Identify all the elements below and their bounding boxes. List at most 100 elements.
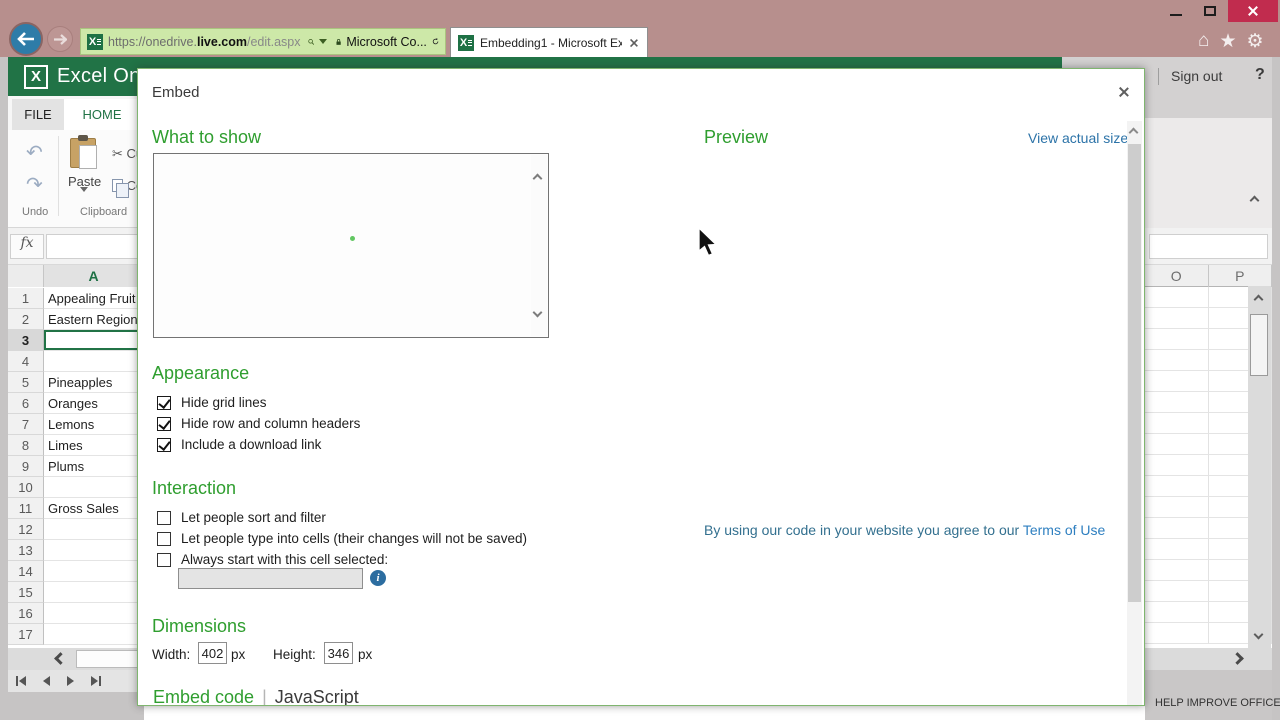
- undo-icon[interactable]: ↶: [26, 140, 43, 165]
- maximize-button[interactable]: [1196, 0, 1224, 22]
- horizontal-scrollbar-right[interactable]: [1145, 648, 1272, 670]
- search-icon[interactable]: [307, 35, 315, 49]
- fx-button[interactable]: fx: [10, 234, 44, 259]
- cell[interactable]: [1145, 581, 1209, 602]
- scroll-down-icon[interactable]: [1253, 629, 1264, 640]
- checkbox-row[interactable]: Hide row and column headers: [157, 416, 360, 431]
- cell[interactable]: [1145, 623, 1209, 644]
- cell[interactable]: [44, 330, 144, 351]
- start-cell-input[interactable]: [178, 568, 363, 589]
- row-header[interactable]: 4: [8, 351, 44, 372]
- cell[interactable]: [1145, 455, 1209, 476]
- checkbox-icon[interactable]: [157, 510, 171, 525]
- what-to-show-listbox[interactable]: [153, 153, 549, 338]
- row-header[interactable]: 13: [8, 540, 44, 561]
- cell[interactable]: [44, 582, 144, 603]
- cell[interactable]: [1145, 602, 1209, 623]
- settings-gear-icon[interactable]: ⚙: [1247, 30, 1264, 53]
- refresh-icon[interactable]: [432, 34, 439, 49]
- listbox-scroll-down-icon[interactable]: [532, 307, 543, 318]
- address-bar[interactable]: X https://onedrive.live.com/edit.aspx Mi…: [80, 28, 446, 55]
- row-header[interactable]: 7: [8, 414, 44, 435]
- row-header[interactable]: 8: [8, 435, 44, 456]
- row-header[interactable]: 2: [8, 309, 44, 330]
- vertical-scroll-thumb[interactable]: [1250, 314, 1268, 376]
- cell[interactable]: Eastern Region: [44, 309, 144, 330]
- cell[interactable]: Appealing Fruit: [44, 288, 144, 309]
- cell[interactable]: [1145, 329, 1209, 350]
- cell[interactable]: [1145, 308, 1209, 329]
- checkbox-checked-icon[interactable]: [157, 437, 171, 452]
- horizontal-scroll-track[interactable]: [76, 650, 144, 668]
- cell[interactable]: [44, 561, 144, 582]
- horizontal-scrollbar-left[interactable]: [8, 648, 144, 670]
- select-all-corner[interactable]: [8, 265, 44, 287]
- tab-file[interactable]: FILE: [12, 99, 64, 130]
- minimize-button[interactable]: [1162, 0, 1190, 22]
- row-header[interactable]: 14: [8, 561, 44, 582]
- dialog-close-button[interactable]: [1113, 81, 1135, 103]
- window-close-button[interactable]: [1228, 0, 1278, 22]
- cell[interactable]: [44, 351, 144, 372]
- cell[interactable]: [1145, 392, 1209, 413]
- height-input[interactable]: 346: [324, 642, 353, 664]
- listbox-scrollbar[interactable]: [531, 155, 547, 336]
- cell[interactable]: Limes: [44, 435, 144, 456]
- view-actual-size-link[interactable]: View actual size: [1028, 130, 1128, 146]
- checkbox-row[interactable]: Let people sort and filter: [157, 510, 326, 525]
- row-header[interactable]: 1: [8, 288, 44, 309]
- cell[interactable]: [44, 477, 144, 498]
- row-header[interactable]: 17: [8, 624, 44, 645]
- row-header[interactable]: 16: [8, 603, 44, 624]
- row-header[interactable]: 9: [8, 456, 44, 477]
- sign-out-link[interactable]: Sign out: [1171, 68, 1222, 84]
- checkbox-checked-icon[interactable]: [157, 416, 171, 431]
- cell[interactable]: [1145, 539, 1209, 560]
- cell[interactable]: [1145, 413, 1209, 434]
- scroll-right-icon[interactable]: [1231, 652, 1244, 665]
- terms-of-use-link[interactable]: Terms of Use: [1023, 522, 1105, 538]
- vertical-scrollbar[interactable]: [1248, 286, 1271, 648]
- tab-close-icon[interactable]: [629, 38, 639, 48]
- redo-icon[interactable]: ↷: [26, 172, 43, 197]
- formula-input-left[interactable]: [46, 234, 144, 259]
- help-improve-office-link[interactable]: HELP IMPROVE OFFICE: [1155, 697, 1280, 709]
- dialog-scrollbar[interactable]: [1127, 121, 1142, 705]
- column-header-o[interactable]: O: [1145, 265, 1209, 287]
- cell[interactable]: [44, 540, 144, 561]
- column-header-a[interactable]: A: [44, 265, 144, 287]
- cell[interactable]: Pineapples: [44, 372, 144, 393]
- width-input[interactable]: 402: [198, 642, 227, 664]
- security-zone-label[interactable]: Microsoft Co...: [346, 35, 427, 49]
- cell[interactable]: Plums: [44, 456, 144, 477]
- forward-button[interactable]: [47, 26, 73, 52]
- checkbox-row[interactable]: Hide grid lines: [157, 395, 267, 410]
- last-sheet-button[interactable]: [91, 676, 101, 686]
- javascript-tab[interactable]: JavaScript: [275, 687, 359, 705]
- favorites-star-icon[interactable]: ★: [1219, 30, 1236, 53]
- row-header[interactable]: 3: [8, 330, 44, 351]
- info-icon[interactable]: i: [370, 570, 386, 586]
- column-header-p[interactable]: P: [1209, 265, 1272, 287]
- row-header[interactable]: 12: [8, 519, 44, 540]
- cell[interactable]: [1145, 476, 1209, 497]
- checkbox-row[interactable]: Let people type into cells (their change…: [157, 531, 527, 546]
- url-text[interactable]: https://onedrive.live.com/edit.aspx: [108, 35, 301, 49]
- help-button[interactable]: ?: [1255, 66, 1265, 84]
- home-icon[interactable]: ⌂: [1198, 30, 1209, 53]
- paste-icon[interactable]: [70, 135, 97, 169]
- checkbox-checked-icon[interactable]: [157, 395, 171, 410]
- dialog-scroll-up-icon[interactable]: [1128, 127, 1139, 138]
- cell[interactable]: [1145, 371, 1209, 392]
- search-dropdown-caret-icon[interactable]: [319, 39, 328, 44]
- cell[interactable]: [44, 603, 144, 624]
- checkbox-row[interactable]: Include a download link: [157, 437, 321, 452]
- cell[interactable]: [1145, 350, 1209, 371]
- cell[interactable]: [1145, 434, 1209, 455]
- tab-home[interactable]: HOME: [64, 99, 140, 130]
- checkbox-row[interactable]: Always start with this cell selected:: [157, 552, 388, 567]
- cell[interactable]: [44, 624, 144, 645]
- cell[interactable]: Lemons: [44, 414, 144, 435]
- row-header[interactable]: 11: [8, 498, 44, 519]
- cell[interactable]: [1145, 518, 1209, 539]
